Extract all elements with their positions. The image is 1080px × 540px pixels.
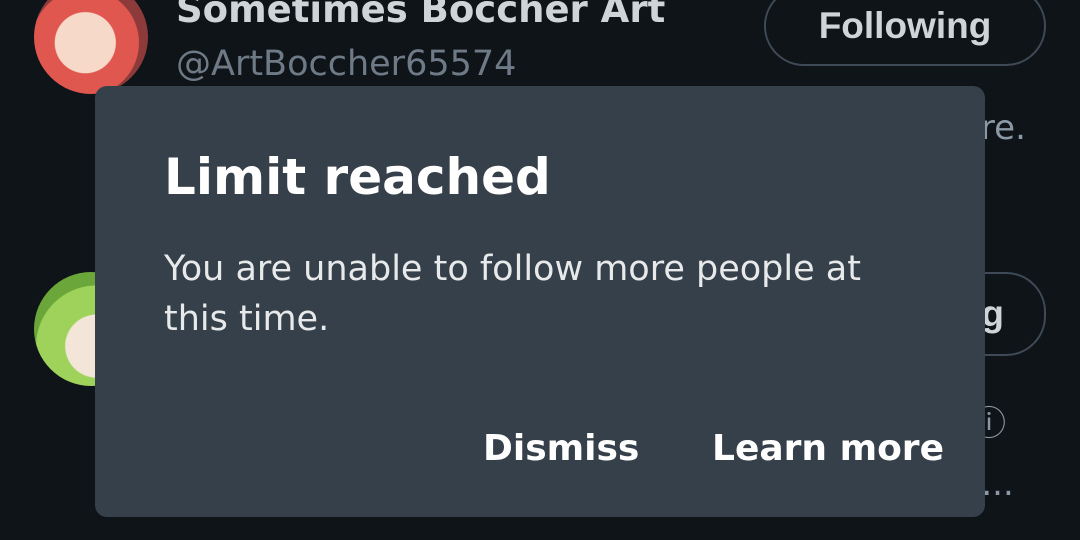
- limit-reached-dialog: Limit reached You are unable to follow m…: [95, 86, 985, 517]
- dialog-title: Limit reached: [164, 148, 551, 206]
- learn-more-button[interactable]: Learn more: [712, 423, 944, 473]
- dialog-message: You are unable to follow more people at …: [164, 249, 861, 339]
- dismiss-button[interactable]: Dismiss: [483, 423, 639, 473]
- user-display-name[interactable]: Sometimes Boccher Art: [176, 0, 665, 31]
- user-handle: @ArtBoccher65574: [176, 44, 517, 84]
- avatar[interactable]: [34, 0, 148, 94]
- app-screen: Sometimes Boccher Art @ArtBoccher65574 F…: [0, 0, 1080, 540]
- following-button[interactable]: Following: [764, 0, 1046, 66]
